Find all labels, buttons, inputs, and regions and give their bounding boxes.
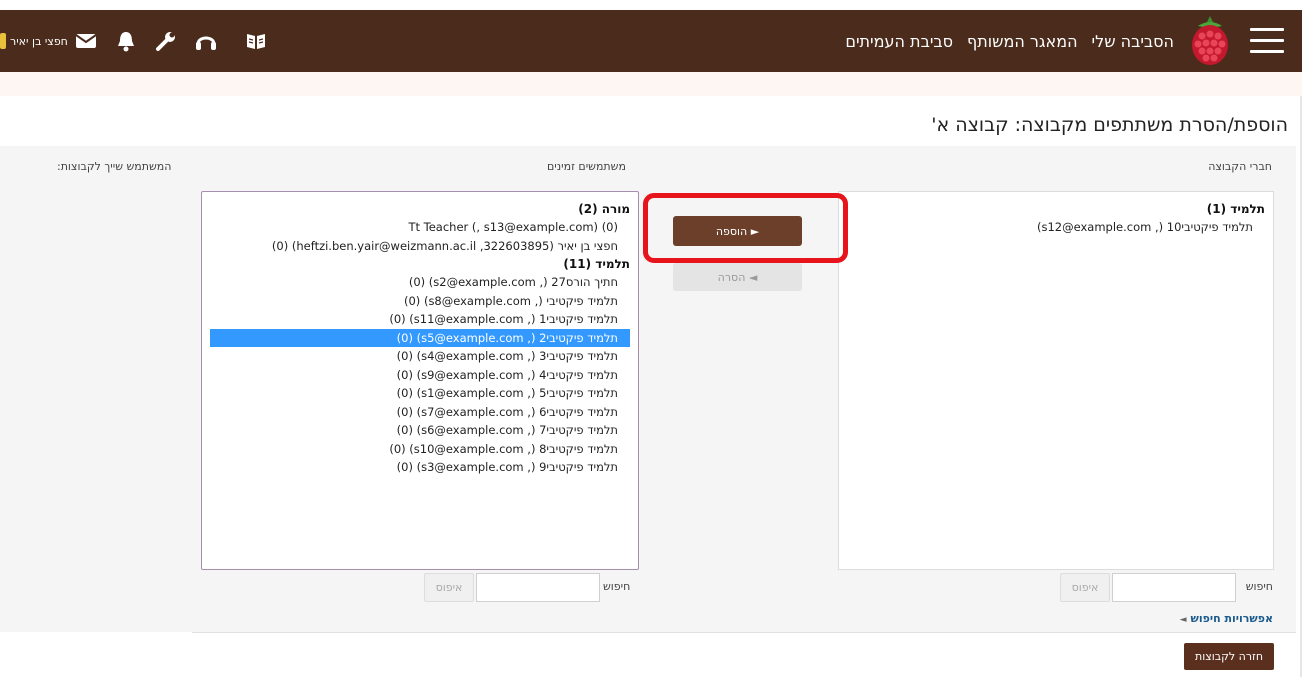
list-item[interactable]: תלמיד פיקטיבי1 (, s11@example.com) (0) (202, 310, 638, 329)
wrench-icon[interactable] (154, 29, 178, 53)
raspberry-logo-icon[interactable] (1184, 14, 1236, 68)
list-item[interactable]: תלמיד פיקטיבי3 (, s4@example.com) (0) (202, 347, 638, 366)
available-users-listbox[interactable]: מורה (2) Tt Teacher (, s13@example.com) … (201, 191, 639, 570)
nav-link-shared-repository[interactable]: המאגר המשותף (967, 32, 1078, 51)
nav-link-my-environment[interactable]: הסביבה שלי (1092, 32, 1174, 51)
user-name[interactable]: חפצי בן יאיר (10, 35, 68, 48)
user-groups-column-label: המשתמש שייך לקבוצות: (57, 160, 172, 173)
list-item[interactable]: חתיך הורס27 (, s2@example.com) (0) (202, 273, 638, 292)
window-top-margin (0, 0, 1310, 10)
members-listbox[interactable]: תלמיד (1) תלמיד פיקטיבי10 (, s12@example… (838, 191, 1274, 570)
available-group-student: תלמיד (11) (563, 257, 630, 271)
members-column-label: חברי הקבוצה (1208, 160, 1272, 173)
list-item[interactable]: חפצי בן יאיר (heftzi.ben.yair@weizmann.a… (202, 237, 638, 256)
page-title: הוספת/הסרת משתתפים מקבוצה: קבוצה א' (931, 114, 1288, 136)
user-badge-icon[interactable] (0, 29, 6, 53)
members-search-label: חיפוש (1245, 580, 1273, 593)
available-search-label: חיפוש (603, 580, 631, 593)
search-options-link[interactable]: אפשרויות חיפוש◄ (1180, 612, 1273, 625)
panel-divider (192, 632, 1296, 633)
back-to-groups-button[interactable]: חזרה לקבוצות (1184, 643, 1274, 670)
list-item[interactable]: תלמיד פיקטיבי (, s8@example.com) (0) (202, 292, 638, 311)
remove-button[interactable]: ◄ הסרה (673, 263, 802, 291)
list-item[interactable]: Tt Teacher (, s13@example.com) (0) (202, 218, 638, 237)
list-item[interactable]: תלמיד פיקטיבי4 (, s9@example.com) (0) (202, 366, 638, 385)
book-icon[interactable] (244, 29, 268, 53)
list-item[interactable]: תלמיד פיקטיבי6 (, s7@example.com) (0) (202, 403, 638, 422)
list-item-selected[interactable]: תלמיד פיקטיבי2 (, s5@example.com) (0) (210, 328, 630, 347)
available-group-teacher: מורה (2) (578, 202, 630, 216)
members-group-student: תלמיד (1) (1206, 202, 1265, 216)
bell-icon[interactable] (114, 29, 138, 53)
list-item[interactable]: תלמיד פיקטיבי8 (, s10@example.com) (0) (202, 440, 638, 459)
nav-links: הסביבה שלי המאגר המשותף סביבת העמיתים (845, 10, 1174, 72)
chevron-left-icon: ◄ (1179, 615, 1187, 625)
add-button[interactable]: ► הוספה (673, 216, 802, 246)
hamburger-menu-icon[interactable] (1250, 28, 1284, 54)
members-search-input[interactable] (1112, 573, 1236, 602)
nav-link-peers-environment[interactable]: סביבת העמיתים (845, 32, 953, 51)
available-column-label: משתמשים זמינים (547, 160, 626, 173)
nav-icon-toolbar: חפצי בן יאיר (0, 10, 284, 72)
list-item[interactable]: תלמיד פיקטיבי9 (, s3@example.com) (0) (202, 458, 638, 477)
available-search-input[interactable] (476, 573, 600, 602)
list-item[interactable]: תלמיד פיקטיבי10 (, s12@example.com) (839, 218, 1273, 237)
list-item[interactable]: תלמיד פיקטיבי5 (, s1@example.com) (0) (202, 384, 638, 403)
members-reset-button[interactable]: איפוס (1060, 573, 1110, 602)
top-navbar: הסביבה שלי המאגר המשותף סביבת העמיתים חפ… (0, 10, 1302, 72)
mail-icon[interactable] (74, 29, 98, 53)
list-item[interactable]: תלמיד פיקטיבי7 (, s6@example.com) (0) (202, 421, 638, 440)
available-reset-button[interactable]: איפוס (424, 573, 474, 602)
headset-icon[interactable] (194, 29, 218, 53)
search-options-label: אפשרויות חיפוש (1190, 612, 1274, 625)
notification-strip (0, 72, 1302, 96)
